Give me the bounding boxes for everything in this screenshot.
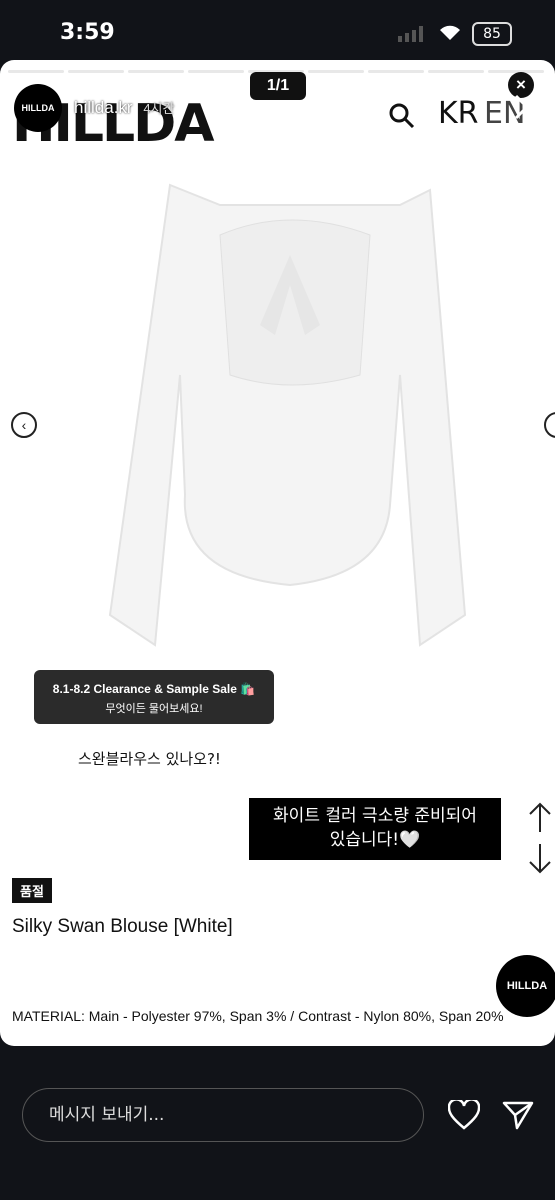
reply-bar: 메시지 보내기... [0, 1046, 555, 1200]
close-icon[interactable] [512, 92, 542, 122]
reply-line-1: 화이트 컬러 극소량 준비되어 [273, 806, 477, 826]
arrow-right-icon[interactable] [544, 412, 555, 438]
soldout-badge: 품절 [12, 878, 52, 903]
battery-indicator: 85 [472, 22, 512, 46]
message-input[interactable]: 메시지 보내기... [22, 1088, 424, 1142]
product-material: MATERIAL: Main - Polyester 97%, Span 3% … [12, 1008, 504, 1024]
avatar[interactable]: HILLDA [14, 84, 62, 132]
product-name: Silky Swan Blouse [White] [12, 916, 233, 937]
status-time: 3:59 [60, 20, 115, 45]
search-icon[interactable] [388, 102, 416, 130]
signal-icon [398, 26, 423, 42]
question-text: 스완블라우스 있나오?! [78, 750, 221, 768]
product-image [108, 183, 467, 647]
sale-subtitle: 무엇이든 물어보세요! [105, 703, 203, 715]
story-time: 4시간 [143, 101, 175, 116]
username-text[interactable]: hillda.kr [74, 98, 133, 117]
arrow-left-icon[interactable]: ‹ [11, 412, 37, 438]
story-username[interactable]: hillda.kr 4시간 [74, 98, 174, 118]
reply-line-2: 있습니다!🤍 [329, 830, 421, 850]
status-bar: 3:59 85 [0, 0, 555, 62]
floating-brand-button[interactable]: HILLDA [496, 955, 555, 1017]
sale-sticker: 8.1-8.2 Clearance & Sample Sale 🛍️ 무엇이든 … [34, 670, 274, 724]
send-icon[interactable] [502, 1100, 534, 1130]
page-counter: 1/1 [250, 72, 306, 100]
heart-icon[interactable] [448, 1100, 480, 1130]
lang-kr-link[interactable]: KR [438, 96, 479, 131]
arrow-up-down-icon [529, 802, 551, 874]
reply-text: 화이트 컬러 극소량 준비되어 있습니다!🤍 [249, 798, 501, 860]
wifi-icon [440, 25, 460, 40]
story-viewer[interactable]: HILLDA HILLDA hillda.kr 4시간 1/1 × KR EN … [0, 60, 555, 1046]
sale-title: 8.1-8.2 Clearance & Sample Sale 🛍️ [52, 682, 256, 696]
